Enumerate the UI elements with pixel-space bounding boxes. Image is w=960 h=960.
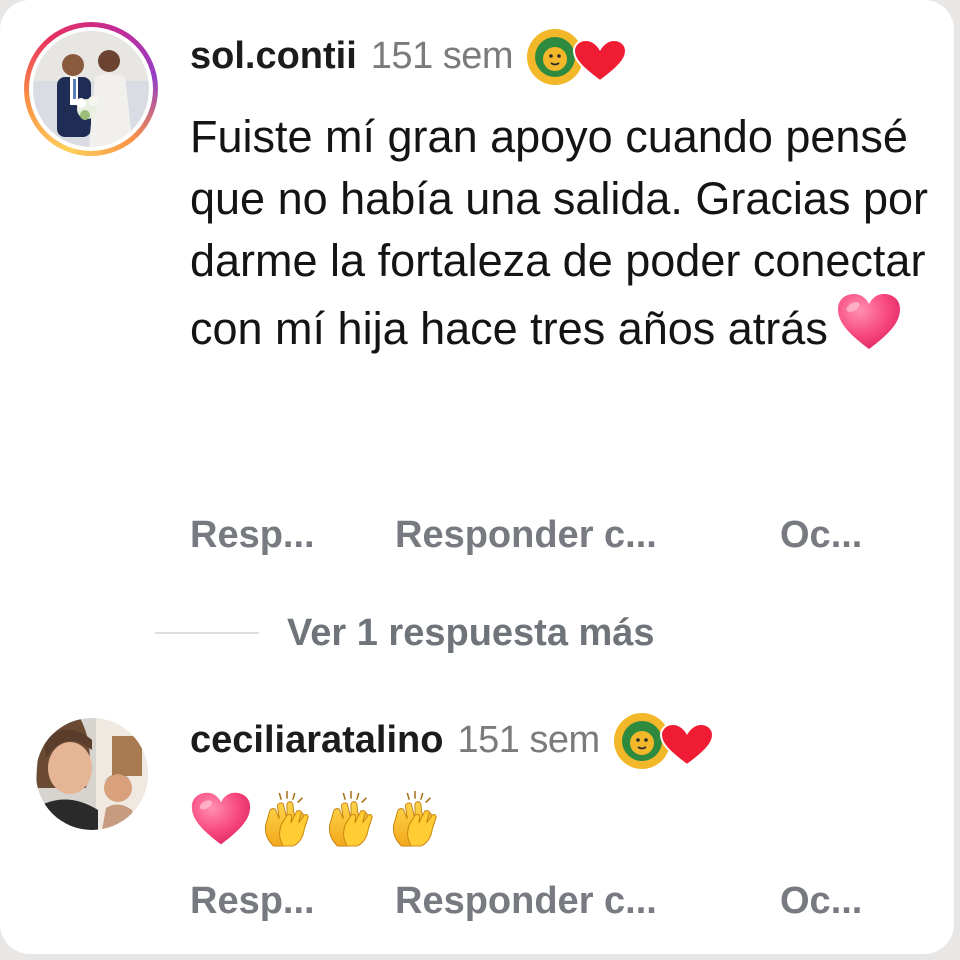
- red-heart-icon: [659, 723, 714, 767]
- comments-panel: sol.contii 151 sem Fuiste mí gran apoyo …: [0, 0, 954, 954]
- view-more-replies[interactable]: Ver 1 respuesta más: [155, 605, 655, 661]
- avatar-photo: [33, 31, 149, 147]
- fan-badge: [527, 29, 631, 85]
- hide-button[interactable]: Oc...: [780, 880, 862, 923]
- comment-text: [190, 790, 444, 848]
- reply-button[interactable]: Resp...: [190, 880, 395, 923]
- avatar[interactable]: [24, 22, 158, 156]
- divider: [155, 632, 259, 634]
- avatar-photo: [36, 718, 148, 830]
- clapping-hands-emoji: [264, 790, 309, 847]
- hide-button[interactable]: Oc...: [780, 514, 862, 557]
- username[interactable]: sol.contii: [190, 35, 357, 78]
- reply-button[interactable]: Resp...: [190, 514, 395, 557]
- reply-with-button[interactable]: Responder c...: [395, 880, 780, 923]
- clapping-hands-emoji: [328, 790, 373, 847]
- pink-heart-emoji: [191, 792, 251, 845]
- fan-badge: [613, 713, 718, 769]
- timestamp: 151 sem: [457, 718, 600, 761]
- comment-text: Fuiste mí gran apoyo cuando pensé que no…: [190, 106, 930, 368]
- red-heart-icon: [573, 39, 628, 83]
- story-ring: [24, 22, 158, 156]
- view-more-replies-label: Ver 1 respuesta más: [287, 611, 655, 654]
- avatar[interactable]: [36, 718, 148, 830]
- timestamp: 151 sem: [370, 34, 514, 77]
- pink-heart-emoji: [836, 292, 902, 368]
- username[interactable]: ceciliaratalino: [190, 719, 443, 762]
- clapping-hands-emoji: [392, 790, 437, 847]
- reply-with-button[interactable]: Responder c...: [395, 514, 780, 557]
